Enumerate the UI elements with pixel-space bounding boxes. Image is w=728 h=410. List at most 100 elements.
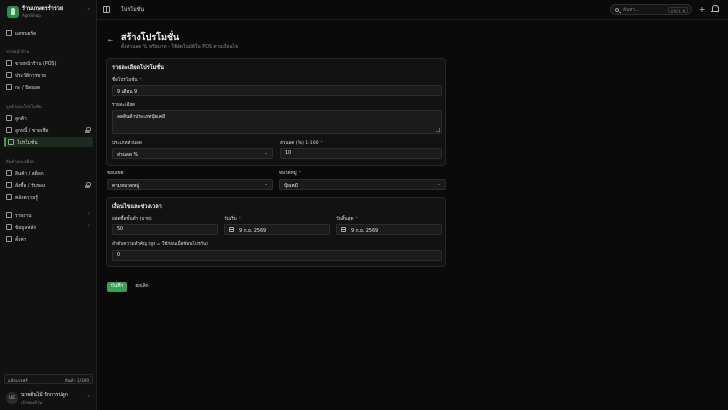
promotion-name-input[interactable]: 9 เดือน 9: [112, 85, 442, 96]
back-arrow-icon[interactable]: ←: [108, 37, 113, 44]
discount-type-select[interactable]: ส่วนลด % ⌄: [112, 148, 273, 159]
input-value: 9 เดือน 9: [117, 90, 138, 95]
topbar: โปรโมชั่น ค้นหา... Ctrl K +: [97, 0, 728, 20]
tag-icon: [8, 139, 14, 145]
select-value: ตามหมวดหมู่: [112, 184, 140, 189]
chevron-right-icon: ›: [88, 211, 90, 217]
plan-label: แพ็กเกจฟรี: [8, 378, 28, 383]
sidebar-item-label: ลูกหนี้ / ขายเชื่อ: [15, 129, 49, 134]
chart-icon: [6, 212, 12, 218]
search-icon: [615, 8, 619, 12]
priority-input[interactable]: 0: [112, 250, 442, 261]
search-placeholder: ค้นหา...: [623, 8, 640, 13]
priority-label: ลำดับความสำคัญ (สูง = ใช้ก่อนเมื่อซ้อนโป…: [112, 242, 208, 247]
sidebar-item-label: สั่งซื้อ / รับของ: [15, 184, 46, 189]
sidebar-item-label: สินค้า / สต็อก: [15, 172, 44, 177]
user-role: เจ้าของร้าน: [21, 400, 43, 405]
calendar-icon: [341, 227, 346, 232]
conditions-card: เงื่อนไขและช่วงเวลา ยอดซื้อขั้นต่ำ (บาท)…: [106, 197, 446, 267]
sidebar-item-label: โปรโมชั่น: [17, 141, 38, 146]
scope-select[interactable]: ตามหมวดหมู่ ⌄: [107, 179, 273, 190]
sidebar-item-label: ตั้งค่า: [15, 238, 27, 243]
cart-icon: [6, 60, 12, 66]
sidebar-item-dashboard[interactable]: แดชบอร์ด: [4, 28, 93, 38]
end-date-label: วันสิ้นสุด *: [336, 217, 358, 222]
description-label: รายละเอียด: [112, 103, 136, 108]
receipt-icon: [6, 72, 12, 78]
sidebar-item-label: กะ / ปิดยอด: [15, 86, 41, 91]
card-title: รายละเอียดโปรโมชั่น: [112, 65, 164, 71]
clock-icon: [6, 84, 12, 90]
gear-icon: [6, 236, 12, 242]
sidebar-item-shift[interactable]: กะ / ปิดยอด: [4, 82, 93, 92]
select-value: ส่วนลด %: [117, 153, 139, 158]
category-select[interactable]: ปุ๋ยเคมี ⌄: [279, 179, 446, 190]
chevron-down-icon: ⌄: [437, 182, 441, 187]
sidebar-item-pos[interactable]: ขายหน้าร้าน (POS): [4, 58, 93, 68]
store-subtitle: AgriShop: [22, 13, 41, 18]
sidebar-item-settings[interactable]: ตั้งค่า: [4, 234, 93, 244]
sidebar-item-label: คลังความรู้: [15, 196, 38, 201]
input-value: ลดสินค้าประเภทปุ๋ยเคมี: [117, 115, 166, 120]
start-date-picker[interactable]: 9 ก.ย. 2569: [224, 224, 330, 235]
leaf-logo-icon: [7, 6, 19, 18]
save-button[interactable]: บันทึก: [107, 282, 127, 292]
input-value: 10: [285, 151, 292, 156]
input-value: 9 ก.ย. 2569: [239, 229, 267, 234]
lock-icon: [85, 182, 91, 188]
input-value: 50: [117, 227, 124, 232]
sidebar-toggle-icon[interactable]: [103, 6, 110, 13]
book-icon: [6, 194, 12, 200]
sidebar-item-products[interactable]: สินค้า / สต็อก: [4, 168, 93, 178]
name-label: ชื่อโปรโมชั่น *: [112, 78, 142, 83]
sidebar-item-label: ประวัติการขาย: [15, 74, 46, 79]
add-icon[interactable]: +: [697, 4, 707, 15]
sidebar-item-reports[interactable]: รายงาน ›: [4, 210, 93, 220]
input-value: 0: [117, 253, 121, 258]
sidebar-item-promotions[interactable]: โปรโมชั่น: [4, 137, 93, 147]
description-textarea[interactable]: ลดสินค้าประเภทปุ๋ยเคมี: [112, 110, 442, 134]
chevron-down-icon: ⌄: [264, 182, 268, 187]
plan-usage[interactable]: แพ็กเกจฟรี สินค้า 1/300: [4, 374, 93, 384]
sidebar-item-sales-history[interactable]: ประวัติการขาย: [4, 70, 93, 80]
search-input[interactable]: ค้นหา... Ctrl K: [610, 4, 692, 15]
select-value: ปุ๋ยเคมี: [284, 184, 298, 189]
cancel-button[interactable]: ยกเลิก: [131, 282, 153, 292]
user-menu[interactable]: UE นายต้นไม้ รักการปลูก เจ้าของร้าน ⌃: [4, 390, 93, 406]
input-value: 9 ก.ย. 2569: [351, 229, 379, 234]
dashboard-icon: [6, 30, 12, 36]
sidebar: ร้านเกษตรร่ำรวย AgriShop ⌃ แดชบอร์ด ขายห…: [0, 0, 97, 410]
users-icon: [6, 115, 12, 121]
sidebar-item-purchase[interactable]: สั่งซื้อ / รับของ: [4, 180, 93, 190]
chevron-up-down-icon: ⌃: [86, 395, 91, 401]
user-name: นายต้นไม้ รักการปลูก: [21, 392, 68, 398]
sidebar-item-label: รายงาน: [15, 214, 32, 219]
page-title: สร้างโปรโมชั่น: [121, 33, 180, 43]
scope-label: ขอบเขต: [107, 171, 124, 176]
store-switcher[interactable]: ร้านเกษตรร่ำรวย AgriShop ⌃: [4, 4, 93, 20]
sidebar-item-knowledge[interactable]: คลังความรู้: [4, 192, 93, 202]
card-title: เงื่อนไขและช่วงเวลา: [112, 204, 162, 210]
discount-percent-input[interactable]: 10: [280, 148, 442, 159]
min-purchase-input[interactable]: 50: [112, 224, 218, 235]
truck-icon: [6, 182, 12, 188]
wallet-icon: [6, 127, 12, 133]
end-date-picker[interactable]: 9 ก.ย. 2569: [336, 224, 442, 235]
sidebar-item-label: ลูกค้า: [15, 117, 27, 122]
avatar: UE: [6, 392, 18, 404]
sidebar-item-label: ข้อมูลหลัก: [15, 226, 37, 231]
topbar-title: โปรโมชั่น: [121, 7, 145, 13]
bell-icon[interactable]: [711, 5, 719, 13]
shortcut-badge: Ctrl K: [668, 7, 688, 13]
sidebar-item-master-data[interactable]: ข้อมูลหลัก ›: [4, 222, 93, 232]
min-purchase-label: ยอดซื้อขั้นต่ำ (บาท): [112, 217, 152, 222]
sidebar-item-label: ขายหน้าร้าน (POS): [15, 62, 57, 67]
calendar-icon: [229, 227, 234, 232]
discount-type-label: ประเภทส่วนลด: [112, 141, 142, 146]
chevron-down-icon: ⌄: [264, 151, 268, 156]
sidebar-item-label: แดชบอร์ด: [15, 32, 37, 37]
sidebar-item-debtors[interactable]: ลูกหนี้ / ขายเชื่อ: [4, 125, 93, 135]
sidebar-item-customers[interactable]: ลูกค้า: [4, 113, 93, 123]
resize-handle-icon[interactable]: [436, 128, 440, 132]
store-name: ร้านเกษตรร่ำรวย: [22, 6, 64, 12]
